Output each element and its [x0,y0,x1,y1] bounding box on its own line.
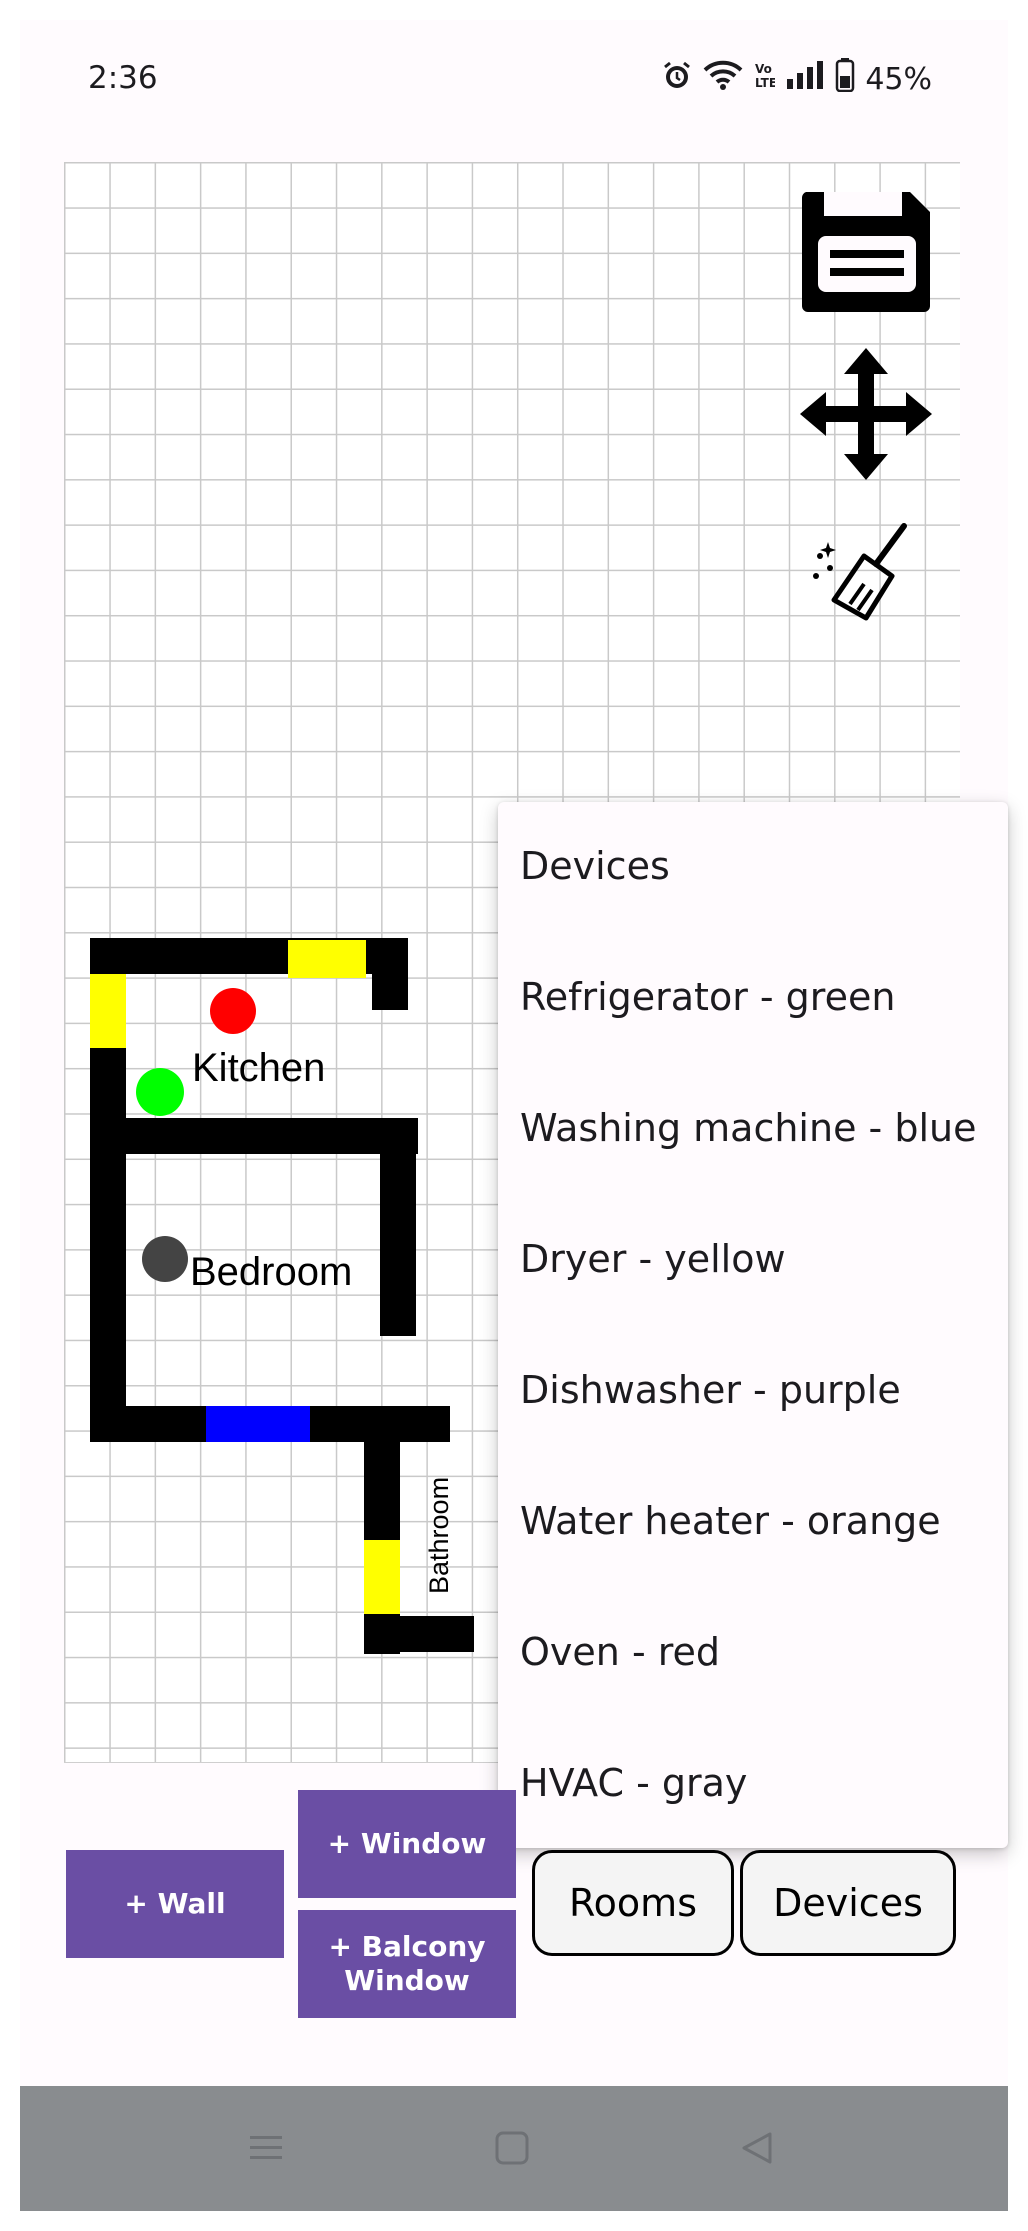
menu-item-devices[interactable]: Devices [520,844,670,888]
add-balcony-window-label-line2: Window [344,1964,470,1997]
menu-item-dryer[interactable]: Dryer - yellow [520,1237,786,1281]
menu-item-washing-machine[interactable]: Washing machine - blue [520,1106,976,1150]
room-label-bedroom: Bedroom [190,1250,353,1294]
devices-dropdown-menu: Devices Refrigerator - green Washing mac… [498,802,1008,1848]
window[interactable] [90,974,126,1048]
volte-icon: Vo LTE [753,59,777,99]
svg-text:LTE: LTE [755,76,775,90]
back-icon[interactable] [738,2130,774,2171]
alarm-icon [661,59,693,99]
wall[interactable] [126,1118,418,1154]
add-window-label: + Window [327,1827,487,1860]
devices-button[interactable]: Devices [740,1850,956,1956]
rooms-label: Rooms [568,1881,697,1925]
signal-icon [785,59,825,99]
rooms-button[interactable]: Rooms [532,1850,734,1956]
wall[interactable] [380,1118,416,1336]
menu-icon[interactable] [248,2132,284,2169]
hvac-marker[interactable] [142,1236,188,1282]
clear-broom-icon[interactable] [806,520,922,630]
menu-item-hvac[interactable]: HVAC - gray [520,1761,747,1805]
wifi-icon [703,59,743,99]
home-icon[interactable] [494,2130,530,2171]
wall[interactable] [364,1616,474,1652]
add-wall-button[interactable]: + Wall [66,1850,284,1958]
menu-item-oven[interactable]: Oven - red [520,1630,720,1674]
devices-label: Devices [773,1881,923,1925]
save-icon[interactable] [796,186,936,316]
menu-item-water-heater[interactable]: Water heater - orange [520,1499,941,1543]
balcony-window[interactable] [206,1406,310,1442]
wall[interactable] [372,938,408,1010]
room-label-bathroom: Bathroom [424,1476,454,1594]
status-icons: Vo LTE 45% [661,58,932,100]
oven-marker[interactable] [210,988,256,1034]
menu-item-refrigerator[interactable]: Refrigerator - green [520,975,895,1019]
svg-text:Vo: Vo [755,62,772,76]
window[interactable] [364,1540,400,1614]
add-balcony-window-label-line1: + Balcony [328,1930,486,1963]
add-wall-label: + Wall [124,1887,226,1920]
move-icon[interactable] [796,346,936,482]
menu-item-dishwasher[interactable]: Dishwasher - purple [520,1368,901,1412]
add-balcony-window-button[interactable]: + Balcony Window [298,1910,516,2018]
refrigerator-marker[interactable] [136,1068,184,1116]
room-label-kitchen: Kitchen [192,1046,326,1090]
battery-icon [835,58,855,100]
status-time: 2:36 [88,60,158,96]
add-window-button[interactable]: + Window [298,1790,516,1898]
window[interactable] [288,940,366,978]
battery-percent: 45% [865,61,932,97]
system-nav-bar [20,2086,1008,2211]
